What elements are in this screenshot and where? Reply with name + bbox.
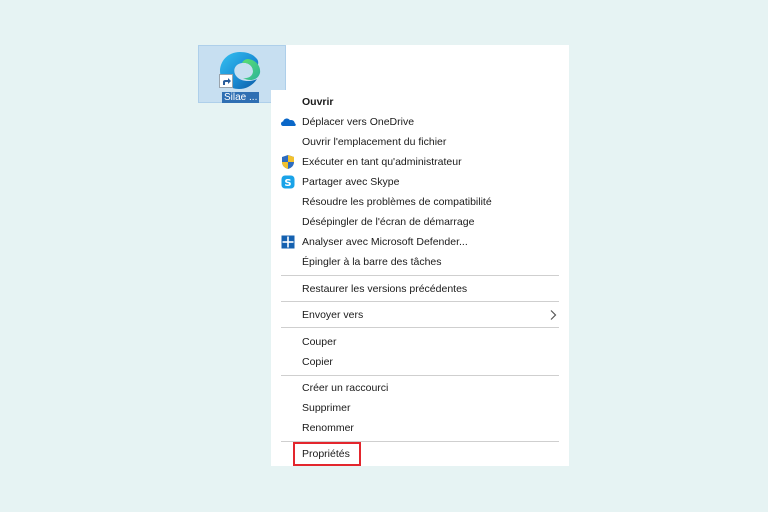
menu-item-delete[interactable]: Supprimer (271, 398, 569, 418)
menu-separator (281, 327, 559, 328)
chevron-right-icon (550, 310, 557, 320)
menu-item-label: Épingler à la barre des tâches (302, 256, 442, 268)
menu-item-cut[interactable]: Couper (271, 332, 569, 352)
menu-item-ouvrir[interactable]: Ouvrir (271, 92, 569, 112)
menu-item-create-shortcut[interactable]: Créer un raccourci (271, 378, 569, 398)
menu-item-label: Restaurer les versions précédentes (302, 283, 468, 295)
desktop-empty-area (286, 45, 569, 90)
menu-separator (281, 301, 559, 302)
menu-item-label: Créer un raccourci (302, 382, 389, 394)
menu-item-rename[interactable]: Renommer (271, 418, 569, 438)
menu-item-label: Couper (302, 336, 337, 348)
menu-item-label: Ouvrir (302, 96, 334, 108)
menu-item-label: Analyser avec Microsoft Defender... (302, 236, 468, 248)
menu-item-label: Envoyer vers (302, 309, 364, 321)
defender-icon (281, 235, 295, 249)
menu-item-label: Ouvrir l'emplacement du fichier (302, 136, 447, 148)
uac-shield-icon (282, 155, 294, 169)
menu-item-send-to[interactable]: Envoyer vers (271, 305, 569, 325)
menu-item-copy[interactable]: Copier (271, 352, 569, 372)
onedrive-icon (281, 118, 296, 126)
menu-item-label: Copier (302, 356, 333, 368)
svg-text:S: S (284, 178, 291, 189)
menu-item-label: Déplacer vers OneDrive (302, 116, 415, 128)
menu-item-run-as-admin[interactable]: Exécuter en tant qu'administrateur (271, 152, 569, 172)
menu-item-label: Désépingler de l'écran de démarrage (302, 216, 475, 228)
menu-separator (281, 375, 559, 376)
menu-item-label: Exécuter en tant qu'administrateur (302, 156, 462, 168)
menu-item-label: Supprimer (302, 402, 351, 414)
shortcut-arrow-icon (219, 74, 233, 88)
menu-item-defender[interactable]: Analyser avec Microsoft Defender... (271, 232, 569, 252)
menu-item-restore-versions[interactable]: Restaurer les versions précédentes (271, 279, 569, 299)
menu-item-open-location[interactable]: Ouvrir l'emplacement du fichier (271, 132, 569, 152)
menu-item-label: Résoudre les problèmes de compatibilité (302, 196, 492, 208)
skype-icon: S (281, 175, 295, 189)
menu-item-skype[interactable]: S Partager avec Skype (271, 172, 569, 192)
properties-highlight-box (293, 442, 361, 466)
menu-item-label: Partager avec Skype (302, 176, 400, 188)
menu-item-compatibility[interactable]: Résoudre les problèmes de compatibilité (271, 192, 569, 212)
menu-separator (281, 275, 559, 276)
shortcut-label: Silae ... (222, 92, 260, 103)
menu-item-onedrive[interactable]: Déplacer vers OneDrive (271, 112, 569, 132)
menu-item-label: Renommer (302, 422, 354, 434)
menu-item-unpin-start[interactable]: Désépingler de l'écran de démarrage (271, 212, 569, 232)
menu-item-pin-taskbar[interactable]: Épingler à la barre des tâches (271, 252, 569, 272)
context-menu: Ouvrir Déplacer vers OneDrive Ouvrir l'e… (271, 90, 569, 466)
